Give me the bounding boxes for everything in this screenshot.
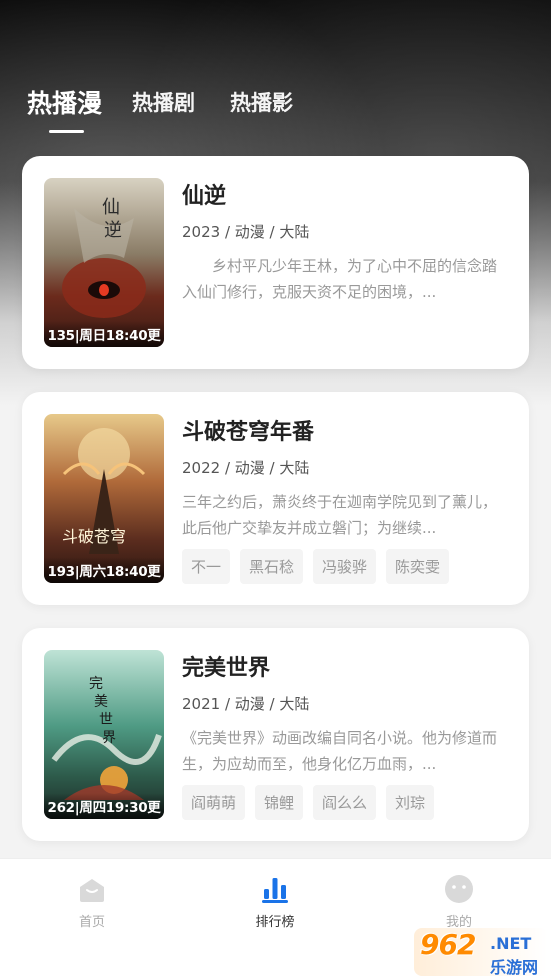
svg-text:仙: 仙 [102, 197, 120, 218]
episode-caption: 262|周四19:30更 [44, 793, 164, 819]
svg-text:完: 完 [89, 676, 103, 692]
cast-tag[interactable]: 阎么么 [313, 785, 377, 820]
nav-home[interactable]: 首页 [47, 873, 137, 930]
cast-tag[interactable]: 刘琮 [386, 785, 435, 820]
svg-text:美: 美 [94, 694, 108, 710]
tab-hot-anime[interactable]: 热播漫 [27, 84, 102, 120]
nav-ranking[interactable]: 排行榜 [230, 873, 320, 930]
nav-ranking-label: 排行榜 [255, 915, 295, 930]
poster-image[interactable]: 仙 逆 135|周日18:40更 [44, 178, 164, 347]
cast-tag[interactable]: 阎萌萌 [182, 785, 246, 820]
cast-tag[interactable]: 不一 [182, 549, 231, 584]
watermark-brand: 962 [420, 928, 476, 961]
poster-image[interactable]: 完 美 世 界 262|周四19:30更 [44, 650, 164, 819]
tab-hot-drama[interactable]: 热播剧 [132, 87, 195, 117]
item-meta: 2022 / 动漫 / 大陆 [182, 459, 310, 477]
cast-tag[interactable]: 冯骏骅 [313, 549, 377, 584]
active-tab-indicator [49, 130, 84, 133]
item-description: 《完美世界》动画改编自同名小说。他为修道而生，为应劫而至，他身化亿万血雨，... [182, 729, 498, 773]
item-title[interactable]: 完美世界 [182, 650, 270, 682]
cast-tag[interactable]: 黑石稔 [240, 549, 304, 584]
item-title[interactable]: 仙逆 [182, 178, 226, 210]
list-item[interactable]: 完 美 世 界 262|周四19:30更 完美世界 2021 / 动漫 / 大陆… [22, 628, 529, 841]
cast-tags: 阎萌萌 锦鲤 阎么么 刘琮 [182, 785, 435, 820]
profile-icon [445, 875, 473, 903]
nav-profile[interactable]: 我的 [414, 873, 504, 930]
svg-text:界: 界 [102, 730, 116, 746]
list-item[interactable]: 斗破苍穹 193|周六18:40更 斗破苍穹年番 2022 / 动漫 / 大陆 … [22, 392, 529, 605]
item-description: 乡村平凡少年王林，为了心中不屈的信念踏入仙门修行，克服天资不足的困境，... [182, 257, 498, 301]
episode-caption: 193|周六18:40更 [44, 557, 164, 583]
svg-text:世: 世 [99, 712, 113, 728]
cast-tag[interactable]: 陈奕雯 [386, 549, 450, 584]
item-description: 三年之约后，萧炎终于在迦南学院见到了薰儿，此后他广交挚友并成立磐门；为继续... [182, 493, 498, 537]
list-item[interactable]: 仙 逆 135|周日18:40更 仙逆 2023 / 动漫 / 大陆 乡村平凡少… [22, 156, 529, 369]
bar-chart-icon [262, 878, 288, 903]
tab-hot-movie[interactable]: 热播影 [230, 87, 293, 117]
cast-tags: 不一 黑石稔 冯骏骅 陈奕雯 [182, 549, 450, 584]
item-meta: 2021 / 动漫 / 大陆 [182, 695, 310, 713]
item-meta: 2023 / 动漫 / 大陆 [182, 223, 310, 241]
svg-text:斗破苍穹: 斗破苍穹 [62, 527, 126, 546]
episode-caption: 135|周日18:40更 [44, 321, 164, 347]
category-tabs: 热播漫 热播剧 热播影 [0, 72, 551, 133]
watermark-net: .NET [490, 934, 532, 953]
home-icon [80, 879, 104, 902]
item-title[interactable]: 斗破苍穹年番 [182, 414, 314, 446]
cast-tag[interactable]: 锦鲤 [255, 785, 304, 820]
watermark-sub: 乐游网 [490, 958, 539, 977]
poster-image[interactable]: 斗破苍穹 193|周六18:40更 [44, 414, 164, 583]
svg-text:逆: 逆 [104, 220, 122, 241]
nav-home-label: 首页 [78, 915, 105, 930]
